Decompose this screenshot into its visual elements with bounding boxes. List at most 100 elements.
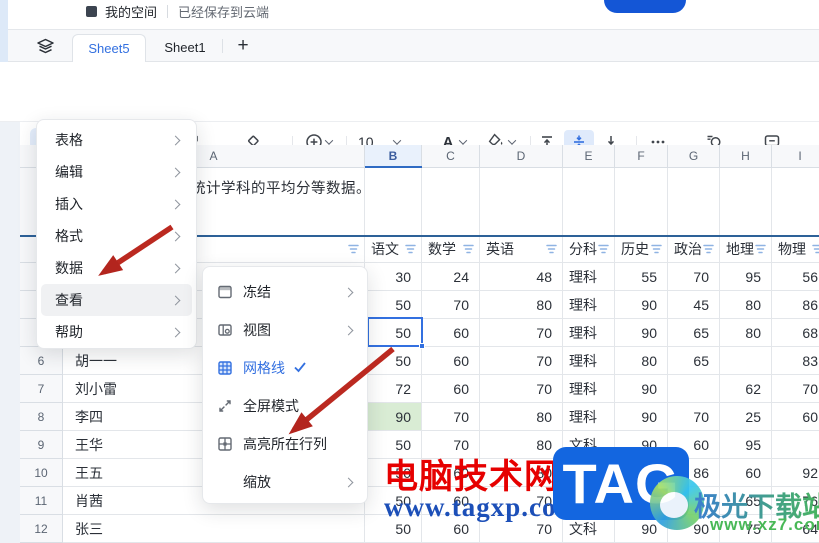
menu-item[interactable]: 插入 [41,188,192,220]
cell-F6[interactable]: 80 [615,347,668,375]
field-header-cell[interactable]: 数学 [422,236,480,263]
cell-D6[interactable]: 70 [480,347,563,375]
row-header-10[interactable]: 10 [20,459,63,487]
cell-H6[interactable] [720,347,772,375]
column-header-D[interactable]: D [480,145,563,168]
menu-item[interactable]: 格式 [41,220,192,252]
cell-H3[interactable]: 95 [720,263,772,291]
cell-I9[interactable] [772,431,819,459]
cell-I4[interactable]: 86 [772,291,819,319]
submenu-item[interactable]: 全屏模式 [203,387,367,425]
cell-H9[interactable]: 95 [720,431,772,459]
add-sheet-button[interactable]: + [230,33,256,59]
row-header-6[interactable]: 6 [20,347,63,375]
filter-icon[interactable] [463,244,474,254]
cell-C7[interactable]: 60 [422,375,480,403]
filter-icon[interactable] [348,244,359,254]
filter-icon[interactable] [405,244,416,254]
cell-G5[interactable]: 65 [668,319,720,347]
cell-E3[interactable]: 理科 [563,263,615,291]
cell-I6[interactable]: 83 [772,347,819,375]
cell-G1[interactable] [668,168,720,236]
cell-C1[interactable] [422,168,480,236]
tab-sheet5[interactable]: Sheet5 [72,34,146,62]
cell-I3[interactable]: 56 [772,263,819,291]
workspace-link[interactable]: 我的空间 [105,2,157,21]
cell-E5[interactable]: 理科 [563,319,615,347]
filter-icon[interactable] [755,244,766,254]
cell-G8[interactable]: 70 [668,403,720,431]
cell-G4[interactable]: 45 [668,291,720,319]
cell-F3[interactable]: 55 [615,263,668,291]
cell-I5[interactable]: 68 [772,319,819,347]
cell-C6[interactable]: 60 [422,347,480,375]
cell-I1[interactable] [772,168,819,236]
menu-item[interactable]: 编辑 [41,156,192,188]
submenu-item[interactable]: 冻结 [203,273,367,311]
field-header-cell[interactable]: 政治 [668,236,720,263]
cell-H5[interactable]: 80 [720,319,772,347]
column-header-I[interactable]: I [772,145,819,168]
menu-item[interactable]: 查看 [41,284,192,316]
cell-E4[interactable]: 理科 [563,291,615,319]
cell-D4[interactable]: 80 [480,291,563,319]
cell-C3[interactable]: 24 [422,263,480,291]
row-header-11[interactable]: 11 [20,487,63,515]
cell-F1[interactable] [615,168,668,236]
filter-icon[interactable] [546,244,557,254]
column-header-C[interactable]: C [422,145,480,168]
filter-icon[interactable] [598,244,609,254]
cell-E7[interactable]: 理科 [563,375,615,403]
cell-F7[interactable]: 90 [615,375,668,403]
cell-C5[interactable]: 60 [422,319,480,347]
submenu-item[interactable]: 缩放 [203,463,367,501]
column-header-H[interactable]: H [720,145,772,168]
field-header-cell[interactable]: 历史 [615,236,668,263]
cell-D8[interactable]: 80 [480,403,563,431]
field-header-cell[interactable]: 物理 [772,236,819,263]
filter-icon[interactable] [703,244,714,254]
cell-F4[interactable]: 90 [615,291,668,319]
cell-B6[interactable]: 50 [365,347,422,375]
cell-D1[interactable] [480,168,563,236]
cell-B4[interactable]: 50 [365,291,422,319]
row-header-8[interactable]: 8 [20,403,63,431]
cell-D3[interactable]: 48 [480,263,563,291]
cell-D7[interactable]: 70 [480,375,563,403]
menu-item[interactable]: 帮助 [41,316,192,348]
cell-C8[interactable]: 70 [422,403,480,431]
cell-B7[interactable]: 72 [365,375,422,403]
row-header-7[interactable]: 7 [20,375,63,403]
filter-icon[interactable] [812,244,819,254]
cell-C4[interactable]: 70 [422,291,480,319]
menu-item[interactable]: 数据 [41,252,192,284]
cell-B3[interactable]: 30 [365,263,422,291]
row-header-9[interactable]: 9 [20,431,63,459]
field-header-cell[interactable]: 地理 [720,236,772,263]
submenu-item[interactable]: 视图 [203,311,367,349]
cell-I7[interactable]: 70 [772,375,819,403]
cell-G6[interactable]: 65 [668,347,720,375]
tab-sheet1[interactable]: Sheet1 [150,34,220,62]
submenu-item[interactable]: 高亮所在行列 [203,425,367,463]
cell-H4[interactable]: 80 [720,291,772,319]
cell-F8[interactable]: 90 [615,403,668,431]
cell-E1[interactable] [563,168,615,236]
cell-G3[interactable]: 70 [668,263,720,291]
cell-H8[interactable]: 25 [720,403,772,431]
fill-handle[interactable] [419,343,425,349]
column-header-F[interactable]: F [615,145,668,168]
cell-H7[interactable]: 62 [720,375,772,403]
cell-E6[interactable]: 理科 [563,347,615,375]
cell-B8[interactable]: 90 [365,403,422,431]
submenu-item[interactable]: 网格线 [203,349,367,387]
cell-E8[interactable]: 理科 [563,403,615,431]
cell-I10[interactable]: 92 [772,459,819,487]
column-header-B[interactable]: B [365,145,422,168]
cell-I8[interactable]: 60 [772,403,819,431]
column-header-G[interactable]: G [668,145,720,168]
field-header-cell[interactable]: 分科 [563,236,615,263]
cell-G7[interactable] [668,375,720,403]
share-button[interactable] [604,0,686,13]
cell-H1[interactable] [720,168,772,236]
